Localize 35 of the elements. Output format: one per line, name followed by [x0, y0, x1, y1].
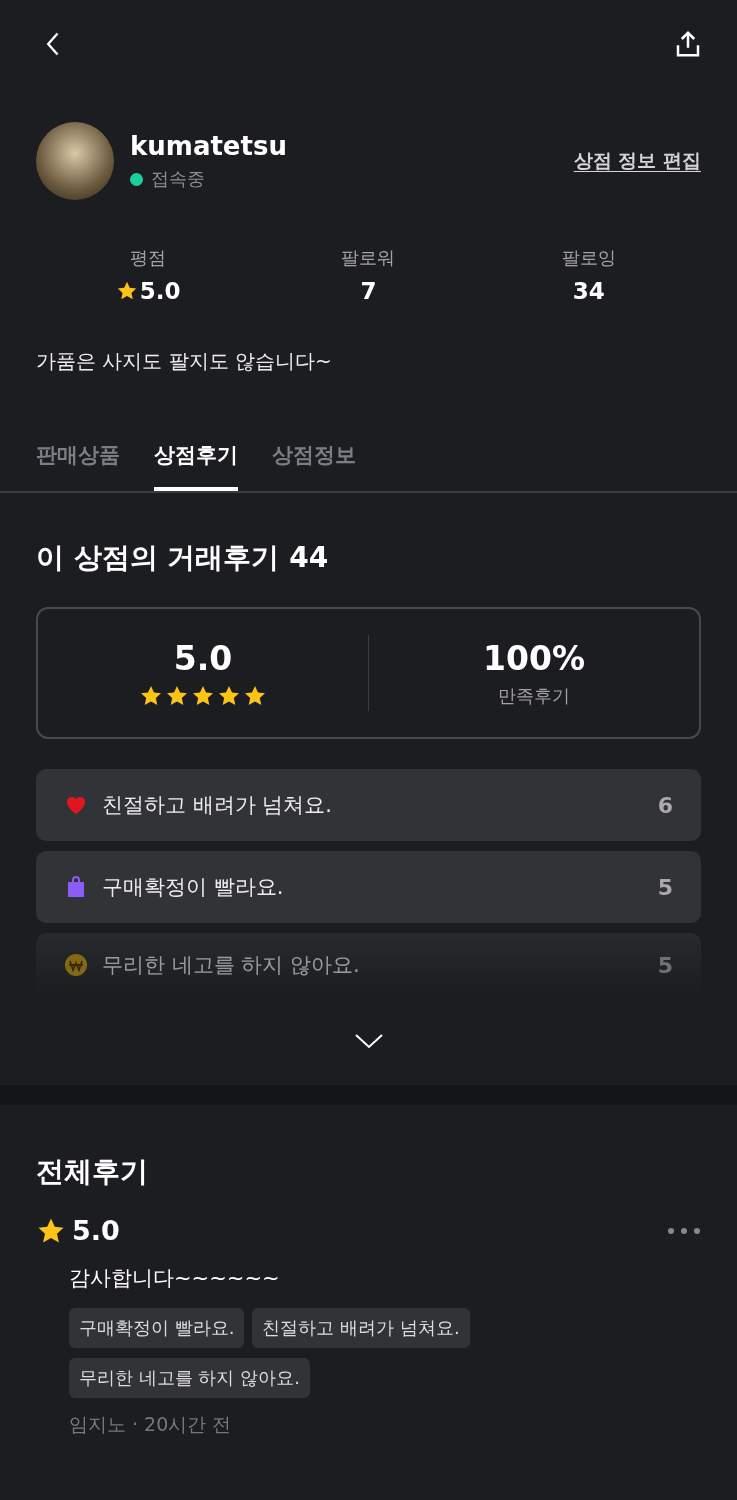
review-meta: 임지노 · 20시간 전: [69, 1412, 233, 1437]
feedback-text: 무리한 네고를 하지 않아요.: [102, 952, 361, 979]
stat-label: 평점: [130, 246, 167, 270]
edit-shop-link[interactable]: 상점 정보 편집: [573, 148, 701, 174]
review-tag: 친절하고 배려가 넘쳐요.: [252, 1308, 470, 1348]
stat-value: 5.0: [139, 278, 181, 304]
shop-bio: 가품은 사지도 팔지도 않습니다~: [35, 348, 333, 375]
shop-name: kumatetsu: [130, 131, 288, 161]
feedback-count: 5: [657, 952, 673, 978]
stat-value: 7: [360, 278, 377, 304]
review-tag: 무리한 네고를 하지 않아요.: [69, 1358, 310, 1398]
tab[interactable]: 상점후기: [154, 441, 238, 491]
review-tag: 구매확정이 빨라요.: [69, 1308, 245, 1348]
satisfaction-value: 100%: [483, 638, 585, 678]
section-title: 전체후기: [36, 1154, 149, 1190]
star-icon: [115, 280, 138, 302]
score-value: 5.0: [173, 638, 233, 678]
tab[interactable]: 상점정보: [272, 441, 356, 491]
more-options-icon: [667, 1226, 701, 1235]
online-dot: [130, 172, 143, 186]
feedback-count: 5: [657, 874, 673, 900]
stat-label: 팔로잉: [561, 246, 616, 270]
review-score: 5.0: [72, 1215, 120, 1246]
chevron-down-icon: [353, 1033, 384, 1049]
feedback-text: 구매확정이 빨라요.: [102, 874, 285, 901]
review-text: 감사합니다~~~~~~: [69, 1265, 281, 1292]
feedback-count: 6: [657, 792, 673, 818]
stat-label: 팔로워: [341, 246, 396, 270]
feedback-text: 친절하고 배려가 넘쳐요.: [102, 792, 334, 819]
section-title: 이 상점의 거래후기 44: [36, 540, 330, 576]
satisfaction-label: 만족후기: [498, 683, 570, 708]
stat-value: 34: [572, 278, 605, 304]
won-coin-icon: [64, 953, 88, 977]
status-text: 접속중: [151, 167, 205, 191]
tab[interactable]: 판매상품: [36, 441, 120, 491]
